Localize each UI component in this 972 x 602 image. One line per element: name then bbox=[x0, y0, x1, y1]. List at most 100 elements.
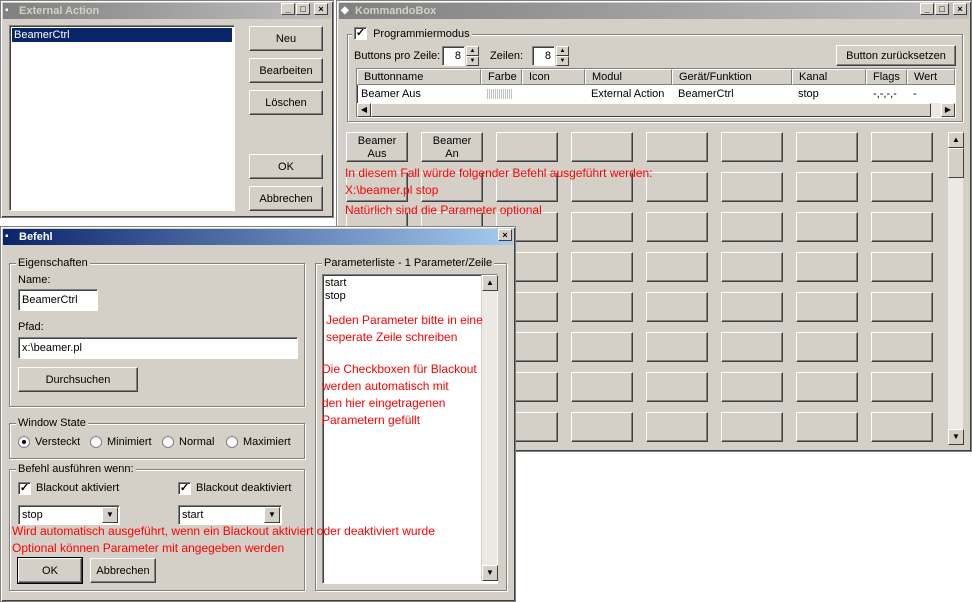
chevron-down-icon[interactable]: ▼ bbox=[102, 507, 118, 523]
command-grid-button[interactable] bbox=[871, 372, 933, 402]
command-grid-button[interactable] bbox=[796, 132, 858, 162]
command-grid-button[interactable] bbox=[571, 412, 633, 442]
scroll-down-icon[interactable]: ▼ bbox=[948, 429, 964, 445]
maximize-button[interactable]: □ bbox=[296, 3, 310, 15]
spin-up-icon[interactable]: ▲ bbox=[556, 46, 569, 56]
blackout-on-checkbox[interactable]: ✓ bbox=[18, 482, 31, 495]
window-title: Befehl bbox=[19, 231, 53, 243]
spin-up-icon[interactable]: ▲ bbox=[466, 46, 479, 56]
cancel-button[interactable]: Abbrechen bbox=[249, 186, 323, 211]
scroll-up-icon[interactable]: ▲ bbox=[482, 275, 498, 291]
ok-button[interactable]: OK bbox=[17, 557, 83, 584]
scroll-right-icon[interactable]: ▶ bbox=[941, 103, 955, 117]
new-button[interactable]: Neu bbox=[249, 26, 323, 51]
window-state-legend: Window State bbox=[16, 417, 88, 429]
radio-maximiert[interactable] bbox=[226, 436, 238, 448]
radio-versteckt[interactable] bbox=[18, 436, 30, 448]
scroll-up-icon[interactable]: ▲ bbox=[948, 132, 964, 148]
command-grid-button[interactable] bbox=[871, 212, 933, 242]
command-grid-button[interactable] bbox=[871, 132, 933, 162]
scroll-thumb[interactable] bbox=[948, 148, 964, 178]
command-grid-button[interactable] bbox=[721, 252, 783, 282]
command-grid-button[interactable] bbox=[646, 332, 708, 362]
programming-mode-checkbox[interactable]: ✓ bbox=[354, 27, 367, 40]
command-grid-button[interactable] bbox=[721, 172, 783, 202]
command-grid-button[interactable] bbox=[646, 172, 708, 202]
kommandobox-titlebar[interactable]: ◆ KommandoBox bbox=[339, 3, 969, 19]
close-button[interactable]: × bbox=[314, 3, 328, 15]
properties-legend: Eigenschaften bbox=[16, 257, 90, 269]
reset-button[interactable]: Button zurücksetzen bbox=[836, 45, 956, 66]
command-grid-button[interactable] bbox=[721, 332, 783, 362]
close-button[interactable]: × bbox=[953, 3, 967, 15]
command-grid-button[interactable] bbox=[571, 332, 633, 362]
button-table[interactable]: Buttonname Farbe Icon Modul Gerät/Funkti… bbox=[356, 68, 956, 118]
command-grid-button[interactable] bbox=[646, 212, 708, 242]
name-field[interactable]: BeamerCtrl bbox=[18, 289, 98, 311]
command-grid-button[interactable] bbox=[796, 372, 858, 402]
rows-input[interactable]: 8 bbox=[532, 46, 555, 66]
command-grid-button[interactable] bbox=[721, 412, 783, 442]
parameter-vscrollbar[interactable]: ▲ ▼ bbox=[481, 275, 498, 581]
command-grid-button[interactable] bbox=[796, 172, 858, 202]
ok-button[interactable]: OK bbox=[249, 154, 323, 179]
command-grid-button[interactable] bbox=[871, 172, 933, 202]
command-grid-button[interactable]: Beamer An bbox=[421, 132, 483, 162]
blackout-off-label: Blackout deaktiviert bbox=[196, 482, 292, 494]
command-grid-button[interactable] bbox=[721, 132, 783, 162]
edit-button[interactable]: Bearbeiten bbox=[249, 58, 323, 83]
command-grid-button[interactable] bbox=[571, 372, 633, 402]
command-grid-button[interactable] bbox=[571, 132, 633, 162]
radio-minimiert[interactable] bbox=[90, 436, 102, 448]
cancel-button[interactable]: Abbrechen bbox=[90, 558, 156, 583]
scroll-left-icon[interactable]: ◀ bbox=[357, 103, 371, 117]
command-grid-button[interactable] bbox=[721, 292, 783, 322]
minimize-button[interactable]: _ bbox=[920, 3, 934, 15]
command-grid-button[interactable] bbox=[871, 292, 933, 322]
blackout-off-checkbox[interactable]: ✓ bbox=[178, 482, 191, 495]
path-field[interactable]: x:\beamer.pl bbox=[18, 337, 298, 359]
command-grid-button[interactable]: Beamer Aus bbox=[346, 132, 408, 162]
spin-down-icon[interactable]: ▼ bbox=[556, 56, 569, 66]
command-grid-button[interactable] bbox=[871, 252, 933, 282]
command-grid-button[interactable] bbox=[871, 332, 933, 362]
table-row[interactable]: Beamer Aus External Action BeamerCtrl st… bbox=[357, 69, 955, 103]
delete-button[interactable]: Löschen bbox=[249, 90, 323, 115]
table-hscrollbar[interactable]: ◀ ▶ bbox=[357, 103, 955, 117]
command-grid-button[interactable] bbox=[496, 132, 558, 162]
parameter-legend: Parameterliste - 1 Parameter/Zeile bbox=[322, 257, 495, 269]
command-grid-button[interactable] bbox=[796, 212, 858, 242]
command-grid-button[interactable] bbox=[646, 412, 708, 442]
grid-vscrollbar[interactable]: ▲ ▼ bbox=[947, 132, 964, 445]
scroll-thumb[interactable] bbox=[371, 103, 931, 117]
command-grid-button[interactable] bbox=[871, 412, 933, 442]
command-grid-button[interactable] bbox=[571, 292, 633, 322]
close-button[interactable]: × bbox=[498, 229, 512, 241]
list-item[interactable]: BeamerCtrl bbox=[12, 28, 232, 42]
command-grid-button[interactable] bbox=[796, 412, 858, 442]
command-grid-button[interactable] bbox=[796, 332, 858, 362]
external-action-window: ▪ External Action _ □ × BeamerCtrl Neu B… bbox=[0, 0, 334, 218]
command-grid-button[interactable] bbox=[721, 372, 783, 402]
befehl-titlebar[interactable]: ▪ Befehl bbox=[3, 229, 513, 245]
command-grid-button[interactable] bbox=[646, 372, 708, 402]
maximize-button[interactable]: □ bbox=[935, 3, 949, 15]
command-grid-button[interactable] bbox=[571, 252, 633, 282]
buttons-per-row-input[interactable]: 8 bbox=[442, 46, 465, 66]
browse-button[interactable]: Durchsuchen bbox=[18, 367, 138, 392]
command-grid-button[interactable] bbox=[646, 132, 708, 162]
command-grid-button[interactable] bbox=[646, 292, 708, 322]
command-grid-button[interactable] bbox=[571, 212, 633, 242]
blackout-on-select[interactable]: stop ▼ bbox=[18, 505, 120, 525]
command-grid-button[interactable] bbox=[796, 252, 858, 282]
radio-normal[interactable] bbox=[162, 436, 174, 448]
action-list[interactable]: BeamerCtrl bbox=[9, 25, 235, 211]
blackout-off-select[interactable]: start ▼ bbox=[178, 505, 282, 525]
spin-down-icon[interactable]: ▼ bbox=[466, 56, 479, 66]
command-grid-button[interactable] bbox=[796, 292, 858, 322]
chevron-down-icon[interactable]: ▼ bbox=[264, 507, 280, 523]
scroll-down-icon[interactable]: ▼ bbox=[482, 565, 498, 581]
minimize-button[interactable]: _ bbox=[281, 3, 295, 15]
command-grid-button[interactable] bbox=[646, 252, 708, 282]
command-grid-button[interactable] bbox=[721, 212, 783, 242]
